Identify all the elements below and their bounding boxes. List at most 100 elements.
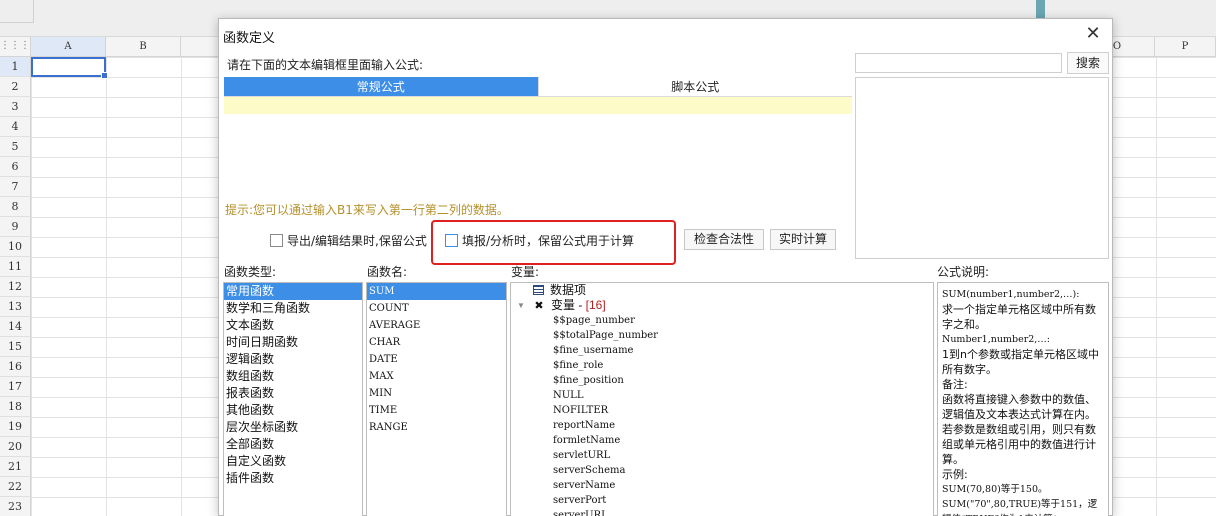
variable-item[interactable]: $fine_position [511, 373, 933, 388]
variable-item[interactable]: serverPort [511, 493, 933, 508]
tip-text: 提示:您可以通过输入B1来写入第一行第二列的数据。 [225, 203, 509, 217]
function-type-item[interactable]: 其他函数 [224, 402, 362, 419]
row-header[interactable]: 19 [0, 417, 31, 437]
description-line: Number1,number2,…: [942, 334, 1051, 345]
function-type-item[interactable]: 层次坐标函数 [224, 419, 362, 436]
variable-item[interactable]: $fine_role [511, 358, 933, 373]
function-type-item[interactable]: 全部函数 [224, 436, 362, 453]
function-name-item[interactable]: MAX [367, 368, 506, 385]
function-definition-dialog: 函数定义 ✕ 请在下面的文本编辑框里面输入公式: 常规公式 脚本公式 提示:您可… [218, 18, 1113, 516]
function-name-item[interactable]: RANGE [367, 419, 506, 436]
variables-label: 变量: [511, 265, 540, 279]
row-header[interactable]: 23 [0, 497, 31, 516]
function-types-list[interactable]: 常用函数 数学和三角函数 文本函数 时间日期函数 逻辑函数 数组函数 报表函数 其他函数 层次坐… [223, 282, 363, 516]
row-header[interactable]: 2 [0, 77, 31, 97]
variable-item[interactable]: formletName [511, 433, 933, 448]
function-types-label: 函数类型: [224, 265, 277, 279]
row-header[interactable]: 7 [0, 177, 31, 197]
row-header[interactable]: 3 [0, 97, 31, 117]
row-header[interactable]: 4 [0, 117, 31, 137]
tab-regular-formula[interactable]: 常规公式 [224, 77, 538, 96]
row-header[interactable]: 17 [0, 377, 31, 397]
formula-tabs: 常规公式 脚本公式 [224, 77, 852, 97]
highlight-box [431, 220, 676, 265]
column-header-b[interactable]: B [106, 37, 181, 57]
function-name-item[interactable]: CHAR [367, 334, 506, 351]
database-icon [533, 285, 544, 295]
variable-item[interactable]: $$totalPage_number [511, 328, 933, 343]
row-header[interactable]: 18 [0, 397, 31, 417]
function-type-item[interactable]: 报表函数 [224, 385, 362, 402]
active-cell-a1[interactable] [31, 57, 108, 79]
description-label: 公式说明: [937, 265, 990, 279]
close-icon[interactable]: ✕ [1083, 24, 1103, 44]
variable-item[interactable]: $fine_username [511, 343, 933, 358]
formula-input[interactable] [224, 97, 852, 114]
row-header[interactable]: 20 [0, 437, 31, 457]
function-name-item[interactable]: DATE [367, 351, 506, 368]
description-line: 示例: [942, 468, 968, 481]
description-line: 1到n个参数或指定单元格区域中所有数字。 [942, 348, 1099, 376]
row-header[interactable]: 12 [0, 277, 31, 297]
variable-item[interactable]: servletURL [511, 448, 933, 463]
search-result-panel [855, 77, 1109, 259]
function-name-item[interactable]: TIME [367, 402, 506, 419]
variable-item[interactable]: serverName [511, 478, 933, 493]
description-line: SUM(70,80)等于150。 [942, 484, 1048, 495]
variable-item[interactable]: $$page_number [511, 313, 933, 328]
function-type-item[interactable]: 数学和三角函数 [224, 300, 362, 317]
description-line: SUM("70",80,TRUE)等于151，逻辑值“TRUE”作为1来计算； [942, 499, 1098, 516]
row-header[interactable]: 11 [0, 257, 31, 277]
row-header[interactable]: 15 [0, 337, 31, 357]
export-keep-formula-checkbox[interactable] [270, 233, 283, 247]
toolbar-accent [1036, 0, 1045, 18]
row-header[interactable]: 10 [0, 237, 31, 257]
column-header-a[interactable]: A [31, 37, 106, 57]
row-header[interactable]: 1 [0, 57, 31, 77]
column-header-p[interactable]: P [1155, 37, 1216, 57]
editor-hint: 请在下面的文本编辑框里面输入公式: [227, 58, 424, 72]
chevron-down-icon[interactable]: ▼ [517, 298, 525, 313]
search-input[interactable] [855, 53, 1062, 73]
row-header[interactable]: 8 [0, 197, 31, 217]
function-type-item[interactable]: 插件函数 [224, 470, 362, 487]
search-button[interactable]: 搜索 [1067, 52, 1109, 74]
row-header[interactable]: 14 [0, 317, 31, 337]
export-keep-formula-option[interactable]: 导出/编辑结果时,保留公式 [270, 232, 427, 248]
row-header[interactable]: 5 [0, 137, 31, 157]
row-header[interactable]: 21 [0, 457, 31, 477]
variable-item[interactable]: NULL [511, 388, 933, 403]
row-header[interactable]: 22 [0, 477, 31, 497]
row-header[interactable]: 16 [0, 357, 31, 377]
function-type-item[interactable]: 自定义函数 [224, 453, 362, 470]
function-name-item[interactable]: MIN [367, 385, 506, 402]
function-name-item[interactable]: AVERAGE [367, 317, 506, 334]
variable-item[interactable]: serverSchema [511, 463, 933, 478]
realtime-calc-button[interactable]: 实时计算 [770, 229, 836, 250]
tree-item-data-item[interactable]: 数据项 [511, 283, 933, 298]
function-type-item[interactable]: 常用函数 [224, 283, 362, 300]
variables-tree[interactable]: 数据项 ▼ ✖ 变量 - [16] $$page_number $$totalPag… [510, 282, 934, 516]
function-type-item[interactable]: 数组函数 [224, 368, 362, 385]
check-validity-button[interactable]: 检查合法性 [684, 229, 764, 250]
row-header[interactable]: 9 [0, 217, 31, 237]
row-header[interactable]: 6 [0, 157, 31, 177]
description-line: 备注: [942, 378, 968, 391]
function-name-item[interactable]: COUNT [367, 300, 506, 317]
function-type-item[interactable]: 逻辑函数 [224, 351, 362, 368]
function-names-list[interactable]: SUM COUNT AVERAGE CHAR DATE MAX MIN TIME RANGE [366, 282, 507, 516]
tree-item-variables[interactable]: ▼ ✖ 变量 - [16] [511, 298, 933, 313]
description-line: 函数将直接键入参数中的数值、逻辑值及文本表达式计算在内。若参数是数组或引用，则只… [942, 393, 1096, 466]
variable-item[interactable]: NOFILTER [511, 403, 933, 418]
tab-script-formula[interactable]: 脚本公式 [537, 77, 852, 96]
variable-item[interactable]: reportName [511, 418, 933, 433]
description-line: SUM(number1,number2,…): [942, 289, 1080, 300]
function-name-item[interactable]: SUM [367, 283, 506, 300]
function-type-item[interactable]: 时间日期函数 [224, 334, 362, 351]
variable-item[interactable]: serverURL [511, 508, 933, 516]
description-line: 求一个指定单元格区域中所有数字之和。 [942, 303, 1096, 331]
select-all-corner[interactable]: ⋮⋮⋮ [0, 37, 31, 57]
row-header[interactable]: 13 [0, 297, 31, 317]
function-type-item[interactable]: 文本函数 [224, 317, 362, 334]
dialog-title: 函数定义 [223, 31, 276, 46]
